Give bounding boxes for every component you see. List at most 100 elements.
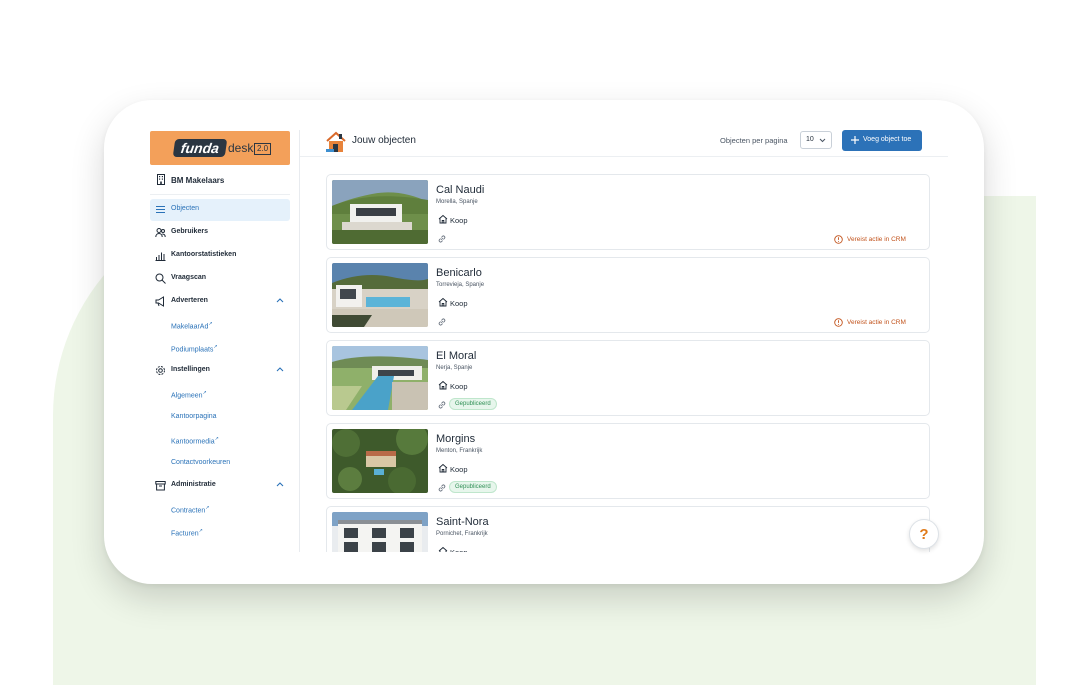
object-photo	[332, 263, 428, 327]
add-object-button[interactable]: Voeg object toe	[842, 130, 922, 151]
sidebar-subitem-contracten[interactable]: Contracten↗	[171, 505, 209, 514]
help-button[interactable]: ?	[909, 519, 939, 549]
sidebar-item-gebruikers[interactable]: Gebruikers	[150, 222, 290, 244]
office-selector[interactable]: BM Makelaars	[150, 172, 290, 192]
chevron-up-icon	[276, 367, 284, 372]
sidebar-item-label: Kantoorstatistieken	[171, 251, 237, 258]
crm-status-label: Vereist actie in CRM	[847, 319, 906, 326]
object-card[interactable]: El Moral Nerja, Spanje Koop Gepubliceerd	[326, 340, 930, 416]
chevron-down-icon	[819, 138, 826, 143]
house-icon	[438, 546, 448, 552]
search-icon	[155, 273, 166, 284]
sidebar-item-label: Instellingen	[171, 366, 210, 373]
subitem-label: Facturen	[171, 530, 199, 538]
object-type: Koop	[450, 382, 468, 391]
house-icon	[438, 380, 448, 390]
per-page-label: Objecten per pagina	[720, 136, 788, 145]
object-location: Menton, Frankrijk	[436, 448, 483, 454]
link-icon[interactable]	[438, 235, 446, 243]
house-icon	[438, 214, 448, 224]
crm-action-status[interactable]: Vereist actie in CRM	[834, 317, 924, 329]
external-link-icon: ↗	[214, 436, 219, 442]
sidebar-item-adverteren[interactable]: Adverteren	[150, 291, 290, 313]
subitem-label: Podiumplaats	[171, 346, 214, 354]
object-card[interactable]: Saint-Nora Pornichet, Frankrijk Koop	[326, 506, 930, 552]
sidebar-subitem-kantoorpagina[interactable]: Kantoorpagina	[171, 413, 217, 420]
megaphone-icon	[155, 296, 164, 307]
object-name[interactable]: Cal Naudi	[436, 184, 484, 196]
logo-version: 2.0	[254, 143, 272, 155]
external-link-icon: ↗	[205, 505, 210, 511]
chart-icon	[155, 252, 166, 261]
per-page-select[interactable]: 10	[800, 131, 832, 149]
object-type: Koop	[450, 216, 468, 225]
page-title: Jouw objecten	[352, 135, 416, 146]
sidebar-subitem-kantoormedia[interactable]: Kantoormedia↗	[171, 436, 219, 445]
sidebar-subitem-makelaarad[interactable]: MakelaarAd↗	[171, 321, 213, 330]
published-badge: Gepubliceerd	[449, 481, 497, 493]
app-screen: funda desk 2.0 BM Makelaars Objecten Geb…	[150, 130, 948, 552]
add-object-label: Voeg object toe	[863, 136, 912, 143]
object-location: Torrevieja, Spanje	[436, 282, 485, 288]
alert-circle-icon	[834, 318, 843, 327]
page-header: Jouw objecten Objecten per pagina 10 Voe…	[300, 130, 948, 157]
object-card[interactable]: Morgins Menton, Frankrijk Koop Gepublice…	[326, 423, 930, 499]
object-photo	[332, 346, 428, 410]
gear-icon	[156, 366, 165, 375]
object-photo	[332, 180, 428, 244]
sidebar-item-instellingen[interactable]: Instellingen	[150, 360, 290, 382]
object-location: Pornichet, Frankrijk	[436, 531, 488, 537]
link-icon[interactable]	[438, 318, 446, 326]
external-link-icon: ↗	[213, 344, 218, 350]
chevron-up-icon	[276, 482, 284, 487]
sidebar: funda desk 2.0 BM Makelaars Objecten Geb…	[150, 130, 300, 552]
logo-funda-text: funda	[172, 139, 228, 157]
external-link-icon: ↗	[198, 528, 203, 534]
object-name[interactable]: El Moral	[436, 350, 476, 362]
subitem-label: Algemeen	[171, 392, 203, 400]
link-icon[interactable]	[438, 401, 446, 409]
sidebar-item-objecten[interactable]: Objecten	[150, 199, 290, 221]
subitem-label: MakelaarAd	[171, 323, 209, 331]
sidebar-item-label: Gebruikers	[171, 228, 208, 235]
list-icon	[156, 206, 165, 213]
crm-action-status[interactable]: Vereist actie in CRM	[834, 234, 924, 246]
object-photo	[332, 512, 428, 552]
sidebar-item-label: Administratie	[171, 481, 216, 488]
link-icon[interactable]	[438, 484, 446, 492]
logo-desk-text: desk	[228, 141, 254, 155]
object-photo	[332, 429, 428, 493]
object-name[interactable]: Benicarlo	[436, 267, 482, 279]
external-link-icon: ↗	[208, 321, 213, 327]
object-card[interactable]: Benicarlo Torrevieja, Spanje Koop Vereis…	[326, 257, 930, 333]
divider	[150, 194, 290, 195]
device-frame: funda desk 2.0 BM Makelaars Objecten Geb…	[104, 100, 984, 584]
sidebar-item-label: Vraagscan	[171, 274, 207, 281]
funda-desk-logo[interactable]: funda desk 2.0	[150, 131, 290, 165]
house-icon	[438, 463, 448, 473]
sidebar-item-kantoorstatistieken[interactable]: Kantoorstatistieken	[150, 245, 290, 267]
sidebar-item-label: Objecten	[171, 205, 200, 212]
sidebar-subitem-facturen[interactable]: Facturen↗	[171, 528, 203, 537]
object-location: Nerja, Spanje	[436, 365, 473, 371]
archive-icon	[155, 481, 166, 491]
object-name[interactable]: Saint-Nora	[436, 516, 489, 528]
alert-circle-icon	[834, 235, 843, 244]
sidebar-subitem-contactvoorkeuren[interactable]: Contactvoorkeuren	[171, 459, 230, 466]
sidebar-item-vraagscan[interactable]: Vraagscan	[150, 268, 290, 290]
house-logo-icon	[326, 131, 346, 152]
published-badge: Gepubliceerd	[449, 398, 497, 410]
subitem-label: Kantoormedia	[171, 438, 215, 446]
sidebar-subitem-podiumplaats[interactable]: Podiumplaats↗	[171, 344, 218, 353]
office-name: BM Makelaars	[171, 176, 225, 185]
crm-status-label: Vereist actie in CRM	[847, 236, 906, 243]
sidebar-subitem-algemeen[interactable]: Algemeen↗	[171, 390, 207, 399]
sidebar-item-administratie[interactable]: Administratie	[150, 475, 290, 497]
subitem-label: Kantoorpagina	[171, 413, 217, 420]
house-icon	[438, 297, 448, 307]
external-link-icon: ↗	[202, 390, 207, 396]
subitem-label: Contracten	[171, 507, 206, 515]
users-icon	[155, 228, 166, 238]
object-name[interactable]: Morgins	[436, 433, 475, 445]
object-card[interactable]: Cal Naudi Morella, Spanje Koop Vereist a…	[326, 174, 930, 250]
